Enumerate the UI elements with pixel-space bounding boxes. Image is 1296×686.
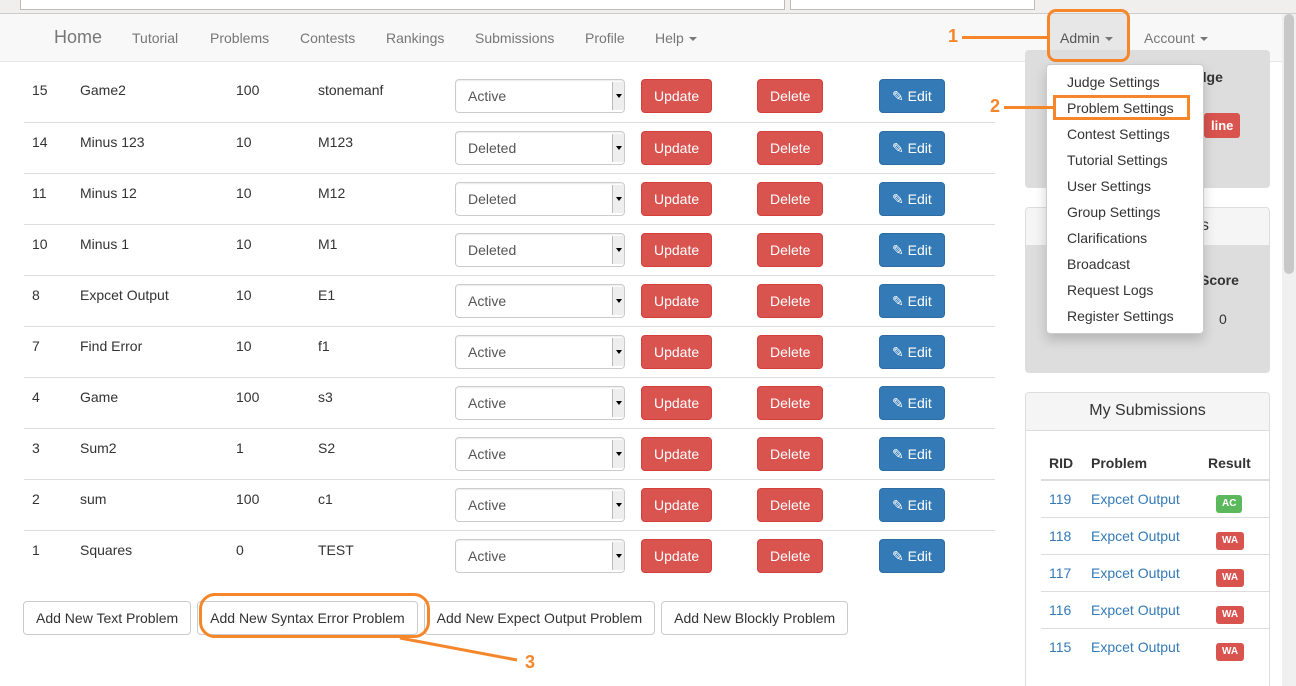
annotation-number: 3 (525, 652, 536, 672)
annotation-line (399, 636, 518, 662)
